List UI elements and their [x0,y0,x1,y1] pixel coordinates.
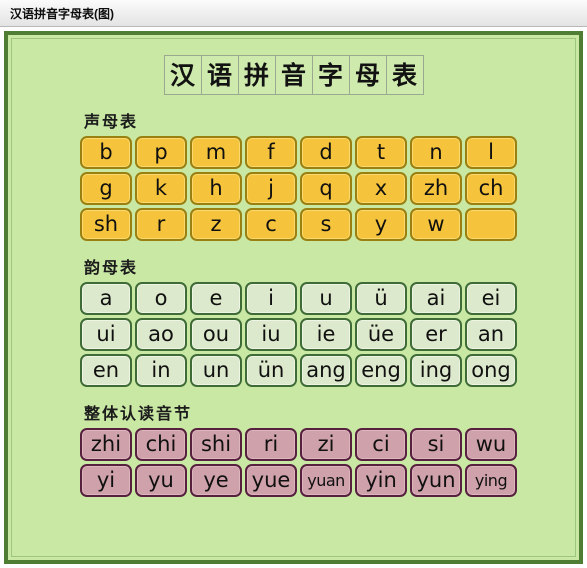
title-character-grid: 汉语拼音字母表 [163,55,424,95]
pinyin-cell[interactable]: ün [245,354,297,387]
pinyin-cell[interactable]: sh [80,208,132,241]
page-title: 汉语拼音字母表 [12,55,575,95]
pinyin-cell[interactable]: si [410,428,462,461]
pinyin-cell[interactable]: f [245,136,297,169]
pinyin-cell[interactable]: zh [410,172,462,205]
title-character-cell: 字 [313,56,350,94]
cell-grid-initials: b p m f d t n l g k h j q x zh ch sh r z c s y w [12,136,575,241]
pinyin-cell[interactable]: u [300,282,352,315]
pinyin-cell[interactable]: n [410,136,462,169]
pinyin-cell[interactable]: üe [355,318,407,351]
cell-row: bpmfdtnl [80,136,575,169]
pinyin-cell[interactable]: ou [190,318,242,351]
section-title-whole-syllables: 整体认读音节 [84,404,193,423]
cell-row: ui ao ou iu ie üe er an [80,318,575,351]
section-title-initials: 声母表 [84,112,139,131]
pinyin-cell[interactable]: e [190,282,242,315]
pinyin-cell[interactable]: zhi [80,428,132,461]
section-title-finals: 韵母表 [84,258,139,277]
cell-grid-finals: a o e i u ü ai ei ui ao ou iu ie üe er an en in un ün ang eng… [12,282,575,387]
pinyin-cell[interactable]: in [135,354,187,387]
pinyin-cell[interactable]: a [80,282,132,315]
pinyin-cell[interactable]: m [190,136,242,169]
pinyin-cell[interactable]: ie [300,318,352,351]
section-whole-syllables: 整体认读音节 zhi chi shi ri zi ci si wu yi yu ye yue yuan yi… [12,400,575,497]
pinyin-cell[interactable]: o [135,282,187,315]
pinyin-cell[interactable]: h [190,172,242,205]
pinyin-cell[interactable]: ei [465,282,517,315]
sections-root: 声母表 b p m f d t n l g k h j q x zh ch sh r z c s y w 韵母表 a o e i u ü ai… [12,108,575,497]
pinyin-cell[interactable]: y [355,208,407,241]
pinyin-cell[interactable]: yi [80,464,132,497]
window-title: 汉语拼音字母表(图) [10,6,114,21]
pinyin-cell[interactable]: wu [465,428,517,461]
pinyin-cell[interactable]: un [190,354,242,387]
pinyin-cell[interactable]: ci [355,428,407,461]
section-initials: 声母表 b p m f d t n l g k h j q x zh ch sh r z c s y w [12,108,575,241]
title-character-cell: 母 [350,56,387,94]
pinyin-cell[interactable]: i [245,282,297,315]
pinyin-cell[interactable]: yin [355,464,407,497]
pinyin-cell[interactable]: er [410,318,462,351]
cell-grid-whole-syllables: zhi chi shi ri zi ci si wu yi yu ye yue yuan yin yun yi… [12,428,575,497]
title-character-cell: 拼 [239,56,276,94]
pinyin-cell[interactable]: yu [135,464,187,497]
pinyin-cell[interactable]: iu [245,318,297,351]
pinyin-cell[interactable]: ui [80,318,132,351]
pinyin-cell[interactable]: g [80,172,132,205]
pinyin-cell[interactable]: j [245,172,297,205]
pinyin-cell[interactable]: zi [300,428,352,461]
pinyin-cell[interactable]: ü [355,282,407,315]
pinyin-cell[interactable]: yun [410,464,462,497]
pinyin-cell[interactable]: ang [300,354,352,387]
pinyin-cell[interactable]: eng [355,354,407,387]
pinyin-cell[interactable]: w [410,208,462,241]
pinyin-cell[interactable]: chi [135,428,187,461]
pinyin-cell[interactable]: ying [465,464,517,497]
cell-row: g k h j q x zh ch [80,172,575,205]
pinyin-cell[interactable]: z [190,208,242,241]
section-finals: 韵母表 a o e i u ü ai ei ui ao ou iu ie üe er an en in un ün ang… [12,254,575,387]
pinyin-cell[interactable]: r [135,208,187,241]
poster-inner-frame: 汉语拼音字母表 声母表 b p m f d t n l g k h j q x zh ch sh r z c s y w 韵母表… [11,38,576,557]
pinyin-cell[interactable]: s [300,208,352,241]
pinyin-cell[interactable]: ao [135,318,187,351]
pinyin-cell[interactable]: x [355,172,407,205]
pinyin-cell[interactable]: yuan [300,464,352,497]
title-character-cell: 表 [391,60,417,90]
cell-row: sh r z c s y w [80,208,575,241]
pinyin-cell[interactable]: p [135,136,187,169]
pinyin-cell[interactable]: ong [465,354,517,387]
pinyin-cell[interactable]: ing [410,354,462,387]
cell-row: a o e i u ü ai ei [80,282,575,315]
pinyin-cell[interactable]: an [465,318,517,351]
poster-outer-frame: 汉语拼音字母表 声母表 b p m f d t n l g k h j q x zh ch sh r z c s y w 韵母表… [4,31,583,564]
pinyin-cell[interactable]: k [135,172,187,205]
pinyin-cell[interactable]: en [80,354,132,387]
pinyin-cell[interactable]: ye [190,464,242,497]
window-titlebar: 汉语拼音字母表(图) [0,0,587,27]
pinyin-cell[interactable]: shi [190,428,242,461]
pinyin-cell[interactable]: q [300,172,352,205]
pinyin-cell[interactable]: d [300,136,352,169]
pinyin-cell[interactable]: ai [410,282,462,315]
title-character-cell: 音 [276,56,313,94]
poster-container: 汉语拼音字母表 声母表 b p m f d t n l g k h j q x zh ch sh r z c s y w 韵母表… [0,27,587,568]
title-character-cell: 汉 [165,56,202,94]
pinyin-cell[interactable]: t [355,136,407,169]
pinyin-cell[interactable]: b [80,136,132,169]
title-character-cell: 语 [202,56,239,94]
pinyin-cell[interactable]: ch [465,172,517,205]
cell-row: en in un ün ang eng ing ong [80,354,575,387]
pinyin-cell-empty[interactable] [465,208,517,241]
pinyin-cell[interactable]: ri [245,428,297,461]
pinyin-cell[interactable]: c [245,208,297,241]
pinyin-cell[interactable]: l [465,136,517,169]
pinyin-cell[interactable]: yue [245,464,297,497]
cell-row: yi yu ye yue yuan yin yun ying [80,464,575,497]
cell-row: zhi chi shi ri zi ci si wu [80,428,575,461]
